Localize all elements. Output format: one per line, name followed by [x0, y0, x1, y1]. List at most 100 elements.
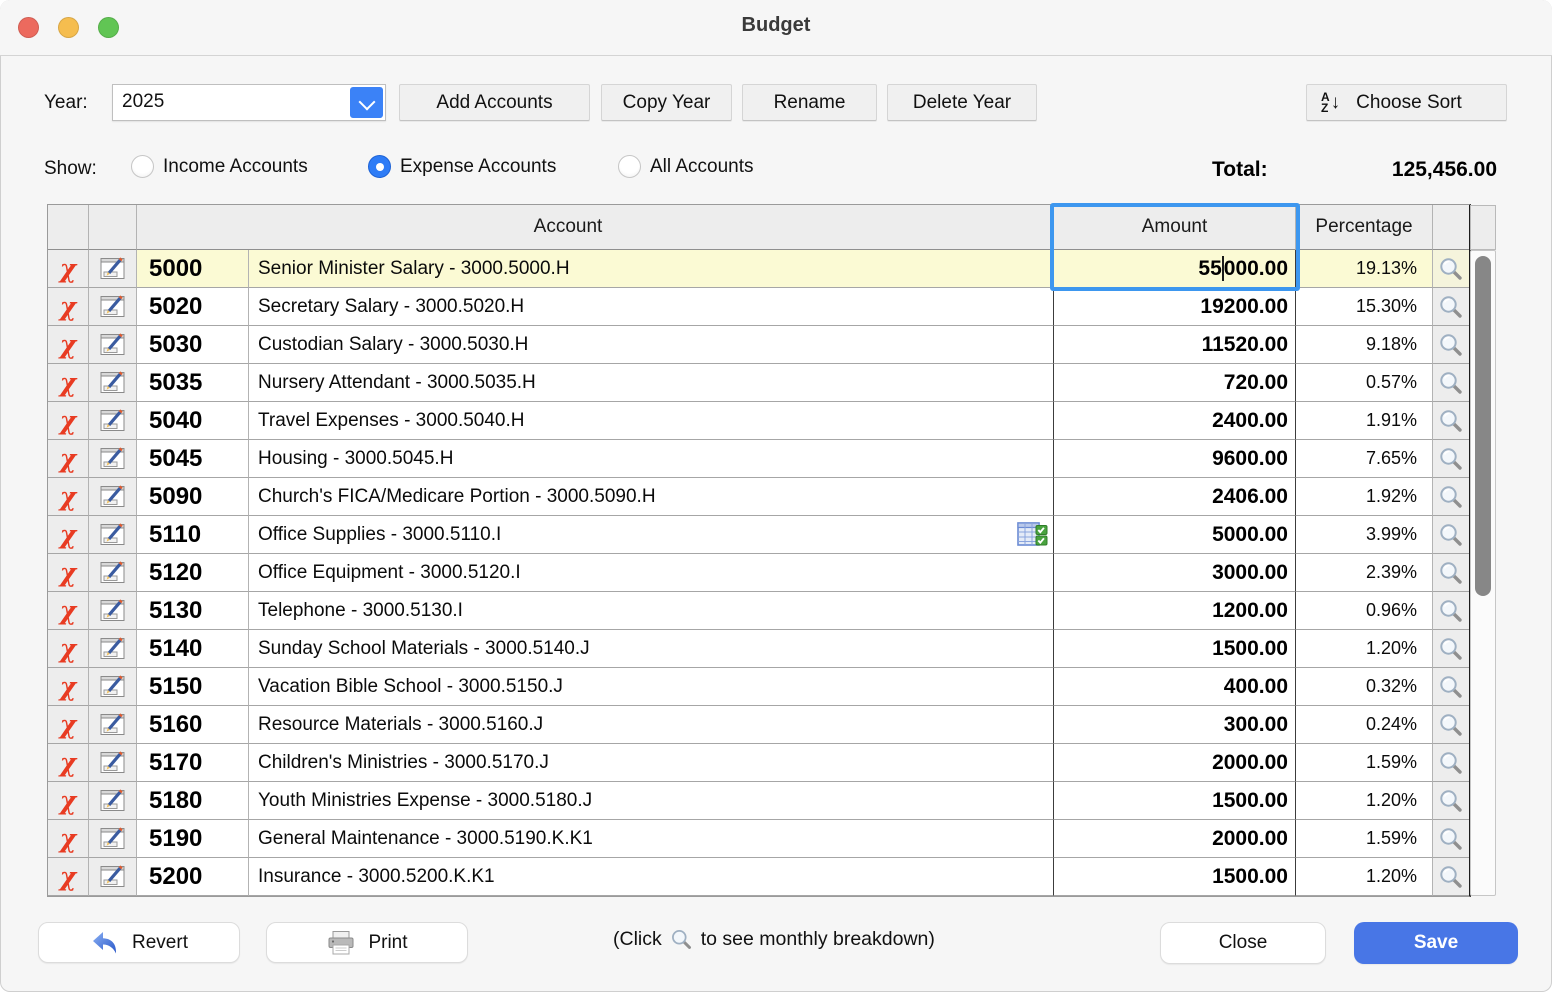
account-number-cell[interactable]: 5160 [137, 706, 249, 744]
monthly-breakdown-magnifier-button[interactable] [1433, 554, 1469, 592]
account-number-cell[interactable]: 5040 [137, 402, 249, 440]
amount-cell[interactable]: 720.00 [1054, 364, 1296, 402]
choose-sort-button[interactable]: AZ ↓ Choose Sort [1306, 84, 1507, 121]
monthly-breakdown-magnifier-button[interactable] [1433, 744, 1469, 782]
amount-cell[interactable]: 300.00 [1054, 706, 1296, 744]
account-number-cell[interactable]: 5180 [137, 782, 249, 820]
delete-account-button[interactable]: χ [48, 744, 89, 782]
account-description-cell[interactable]: Church's FICA/Medicare Portion - 3000.50… [249, 478, 1054, 516]
edit-account-button[interactable] [89, 326, 137, 364]
print-button[interactable]: Print [266, 922, 468, 963]
monthly-breakdown-magnifier-button[interactable] [1433, 858, 1469, 896]
edit-account-button[interactable] [89, 706, 137, 744]
account-number-cell[interactable]: 5020 [137, 288, 249, 326]
edit-account-button[interactable] [89, 250, 137, 288]
account-description-cell[interactable]: General Maintenance - 3000.5190.K.K1 [249, 820, 1054, 858]
account-number-cell[interactable]: 5045 [137, 440, 249, 478]
account-number-cell[interactable]: 5000 [137, 250, 249, 288]
monthly-breakdown-magnifier-button[interactable] [1433, 706, 1469, 744]
header-account[interactable]: Account [137, 205, 1054, 250]
amount-cell[interactable]: 2000.00 [1054, 820, 1296, 858]
monthly-breakdown-magnifier-button[interactable] [1433, 326, 1469, 364]
delete-account-button[interactable]: χ [48, 592, 89, 630]
monthly-breakdown-magnifier-button[interactable] [1433, 668, 1469, 706]
delete-account-button[interactable]: χ [48, 402, 89, 440]
edit-account-button[interactable] [89, 516, 137, 554]
edit-account-button[interactable] [89, 364, 137, 402]
add-accounts-button[interactable]: Add Accounts [399, 84, 590, 121]
edit-account-button[interactable] [89, 820, 137, 858]
header-amount[interactable]: Amount [1054, 205, 1296, 250]
edit-account-button[interactable] [89, 744, 137, 782]
account-description-cell[interactable]: Office Supplies - 3000.5110.I [249, 516, 1054, 554]
amount-cell[interactable]: 3000.00 [1054, 554, 1296, 592]
account-description-cell[interactable]: Travel Expenses - 3000.5040.H [249, 402, 1054, 440]
amount-cell[interactable]: 2400.00 [1054, 402, 1296, 440]
account-description-cell[interactable]: Youth Ministries Expense - 3000.5180.J [249, 782, 1054, 820]
amount-cell[interactable]: 1200.00 [1054, 592, 1296, 630]
account-description-cell[interactable]: Insurance - 3000.5200.K.K1 [249, 858, 1054, 896]
delete-account-button[interactable]: χ [48, 326, 89, 364]
account-description-cell[interactable]: Secretary Salary - 3000.5020.H [249, 288, 1054, 326]
account-description-cell[interactable]: Resource Materials - 3000.5160.J [249, 706, 1054, 744]
close-button[interactable]: Close [1160, 922, 1326, 964]
amount-cell[interactable]: 5000.00 [1054, 516, 1296, 554]
account-number-cell[interactable]: 5110 [137, 516, 249, 554]
amount-cell[interactable]: 55000.00 [1054, 250, 1296, 288]
account-number-cell[interactable]: 5120 [137, 554, 249, 592]
account-number-cell[interactable]: 5035 [137, 364, 249, 402]
radio-income-accounts[interactable]: Income Accounts [131, 155, 308, 178]
monthly-breakdown-magnifier-button[interactable] [1433, 250, 1469, 288]
delete-account-button[interactable]: χ [48, 516, 89, 554]
delete-account-button[interactable]: χ [48, 668, 89, 706]
rename-button[interactable]: Rename [742, 84, 877, 121]
delete-account-button[interactable]: χ [48, 782, 89, 820]
account-description-cell[interactable]: Nursery Attendant - 3000.5035.H [249, 364, 1054, 402]
save-button[interactable]: Save [1354, 922, 1518, 964]
monthly-breakdown-magnifier-button[interactable] [1433, 516, 1469, 554]
amount-cell[interactable]: 1500.00 [1054, 782, 1296, 820]
monthly-breakdown-magnifier-button[interactable] [1433, 782, 1469, 820]
edit-account-button[interactable] [89, 858, 137, 896]
account-number-cell[interactable]: 5170 [137, 744, 249, 782]
edit-account-button[interactable] [89, 630, 137, 668]
account-description-cell[interactable]: Custodian Salary - 3000.5030.H [249, 326, 1054, 364]
delete-account-button[interactable]: χ [48, 630, 89, 668]
account-description-cell[interactable]: Telephone - 3000.5130.I [249, 592, 1054, 630]
account-number-cell[interactable]: 5190 [137, 820, 249, 858]
amount-cell[interactable]: 1500.00 [1054, 858, 1296, 896]
revert-button[interactable]: Revert [38, 922, 240, 963]
delete-account-button[interactable]: χ [48, 706, 89, 744]
delete-account-button[interactable]: χ [48, 440, 89, 478]
account-description-cell[interactable]: Housing - 3000.5045.H [249, 440, 1054, 478]
account-number-cell[interactable]: 5030 [137, 326, 249, 364]
monthly-breakdown-magnifier-button[interactable] [1433, 402, 1469, 440]
monthly-breakdown-magnifier-button[interactable] [1433, 630, 1469, 668]
edit-account-button[interactable] [89, 440, 137, 478]
edit-account-button[interactable] [89, 554, 137, 592]
scrollbar-thumb[interactable] [1475, 256, 1491, 596]
amount-cell[interactable]: 1500.00 [1054, 630, 1296, 668]
delete-account-button[interactable]: χ [48, 858, 89, 896]
amount-cell[interactable]: 400.00 [1054, 668, 1296, 706]
amount-cell[interactable]: 9600.00 [1054, 440, 1296, 478]
edit-account-button[interactable] [89, 592, 137, 630]
monthly-breakdown-magnifier-button[interactable] [1433, 478, 1469, 516]
delete-account-button[interactable]: χ [48, 288, 89, 326]
copy-year-button[interactable]: Copy Year [601, 84, 732, 121]
account-description-cell[interactable]: Vacation Bible School - 3000.5150.J [249, 668, 1054, 706]
monthly-breakdown-magnifier-button[interactable] [1433, 364, 1469, 402]
account-number-cell[interactable]: 5130 [137, 592, 249, 630]
edit-account-button[interactable] [89, 402, 137, 440]
delete-account-button[interactable]: χ [48, 250, 89, 288]
edit-account-button[interactable] [89, 288, 137, 326]
edit-account-button[interactable] [89, 782, 137, 820]
delete-year-button[interactable]: Delete Year [887, 84, 1037, 121]
account-description-cell[interactable]: Senior Minister Salary - 3000.5000.H [249, 250, 1054, 288]
header-percentage[interactable]: Percentage [1296, 205, 1433, 250]
year-select[interactable]: 2025 [112, 84, 386, 121]
account-description-cell[interactable]: Sunday School Materials - 3000.5140.J [249, 630, 1054, 668]
monthly-breakdown-magnifier-button[interactable] [1433, 592, 1469, 630]
account-number-cell[interactable]: 5090 [137, 478, 249, 516]
amount-cell[interactable]: 19200.00 [1054, 288, 1296, 326]
